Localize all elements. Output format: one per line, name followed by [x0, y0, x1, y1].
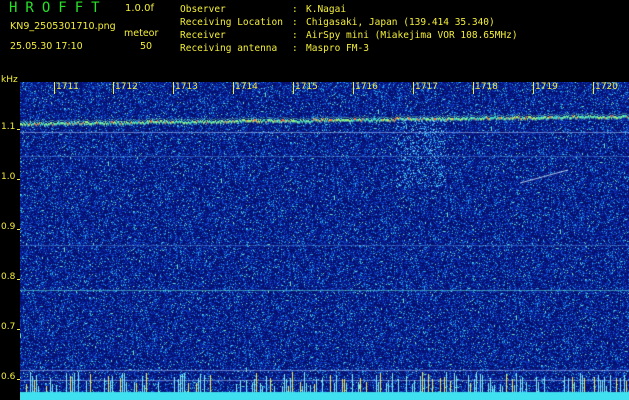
time-label: 1720 [595, 82, 618, 92]
meta-colon: : [292, 4, 298, 15]
time-label: 1711 [56, 82, 79, 92]
meta-row-receiver: Receiver: AirSpy mini (Miakejima VOR 108.… [180, 29, 518, 42]
meta-row-observer: Observer: K.Nagai [180, 3, 518, 16]
time-label: 1717 [415, 82, 438, 92]
y-tick-label: 0.6 [1, 372, 16, 382]
header: HROFFT 1.0.0f KN9_2505301710.png 25.05.3… [0, 0, 629, 75]
time-label: 1716 [355, 82, 378, 92]
time-label: 1713 [175, 82, 198, 92]
time-label: 1714 [235, 82, 258, 92]
time-label: 1719 [535, 82, 558, 92]
y-tick-label: 0.8 [1, 272, 16, 282]
meta-row-location: Receiving Location: Chigasaki, Japan (139… [180, 16, 518, 29]
mode-label: meteor [124, 28, 159, 39]
version-label: 1.0.0f [125, 3, 154, 14]
meta-key: Observer [180, 4, 226, 15]
y-tick-label: 1.0 [1, 172, 16, 182]
meta-colon: : [292, 30, 298, 41]
meta-value: AirSpy mini (Miakejima VOR 108.65MHz) [306, 30, 518, 41]
mode-value: 50 [140, 41, 153, 52]
y-tick-label: 0.7 [1, 322, 16, 332]
meta-key: Receiving Location [180, 17, 283, 28]
timestamp-label: 25.05.30 17:10 [10, 41, 83, 52]
app-title: HROFFT [9, 0, 108, 16]
y-axis-unit: kHz [1, 75, 18, 85]
time-label: 1712 [115, 82, 138, 92]
meta-key: Receiver [180, 30, 226, 41]
y-tick-label: 1.1 [1, 122, 16, 132]
time-label: 1715 [295, 82, 318, 92]
meta-key: Receiving antenna [180, 43, 278, 54]
time-label: 1718 [475, 82, 498, 92]
meta-value: Maspro FM-3 [306, 43, 369, 54]
meta-value: K.Nagai [306, 4, 347, 15]
y-tick-label: 0.9 [1, 222, 16, 232]
meta-colon: : [292, 43, 298, 54]
meta-colon: : [292, 17, 298, 28]
meta-row-antenna: Receiving antenna: Maspro FM-3 [180, 42, 518, 55]
meta-table: Observer: K.Nagai Receiving Location: Chig… [180, 3, 518, 55]
filename-label: KN9_2505301710.png [10, 21, 116, 32]
meta-value: Chigasaki, Japan (139.414 35.340) [306, 17, 495, 28]
spectrogram-canvas [20, 82, 629, 400]
